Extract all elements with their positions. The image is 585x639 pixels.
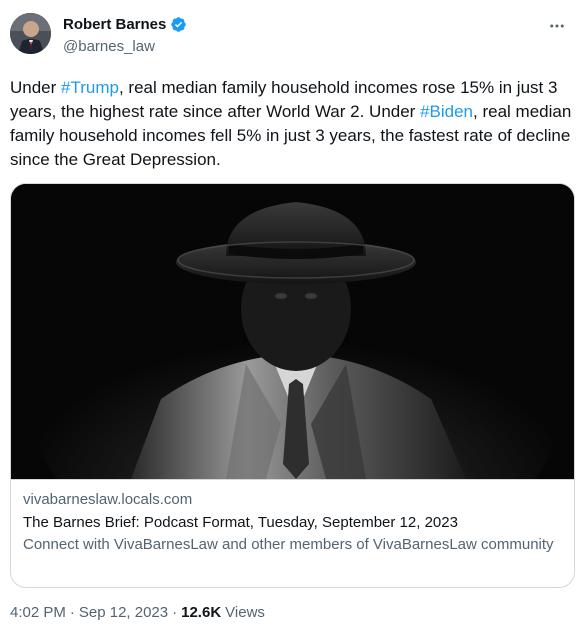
tweet-time[interactable]: 4:02 PM bbox=[10, 604, 66, 621]
avatar[interactable] bbox=[10, 13, 51, 54]
meta-separator: · bbox=[172, 604, 178, 621]
hashtag-link[interactable]: #Trump bbox=[61, 78, 119, 97]
views-count: 12.6K bbox=[181, 604, 222, 621]
card-description: Connect with VivaBarnesLaw and other mem… bbox=[23, 536, 554, 553]
author-handle[interactable]: @barnes_law bbox=[63, 38, 155, 55]
views-label: Views bbox=[225, 604, 265, 621]
card-title: The Barnes Brief: Podcast Format, Tuesda… bbox=[23, 514, 458, 531]
link-preview-card[interactable]: vivabarneslaw.locals.com The Barnes Brie… bbox=[10, 183, 575, 588]
hashtag-link[interactable]: #Biden bbox=[420, 102, 473, 121]
verified-badge-icon bbox=[170, 16, 187, 33]
tweet-meta: 4:02 PM · Sep 12, 2023 · 12.6K Views bbox=[10, 604, 265, 621]
card-image[interactable] bbox=[11, 184, 574, 564]
tweet-text: Under #Trump, real median family househo… bbox=[10, 76, 575, 172]
tweet-date[interactable]: Sep 12, 2023 bbox=[79, 604, 168, 621]
meta-separator: · bbox=[69, 604, 75, 621]
tweet-segment: Under bbox=[10, 78, 62, 97]
more-dots-icon[interactable] bbox=[547, 16, 567, 36]
card-info[interactable]: vivabarneslaw.locals.com The Barnes Brie… bbox=[11, 479, 574, 587]
author-name[interactable]: Robert Barnes bbox=[63, 16, 166, 33]
card-domain: vivabarneslaw.locals.com bbox=[23, 491, 193, 508]
